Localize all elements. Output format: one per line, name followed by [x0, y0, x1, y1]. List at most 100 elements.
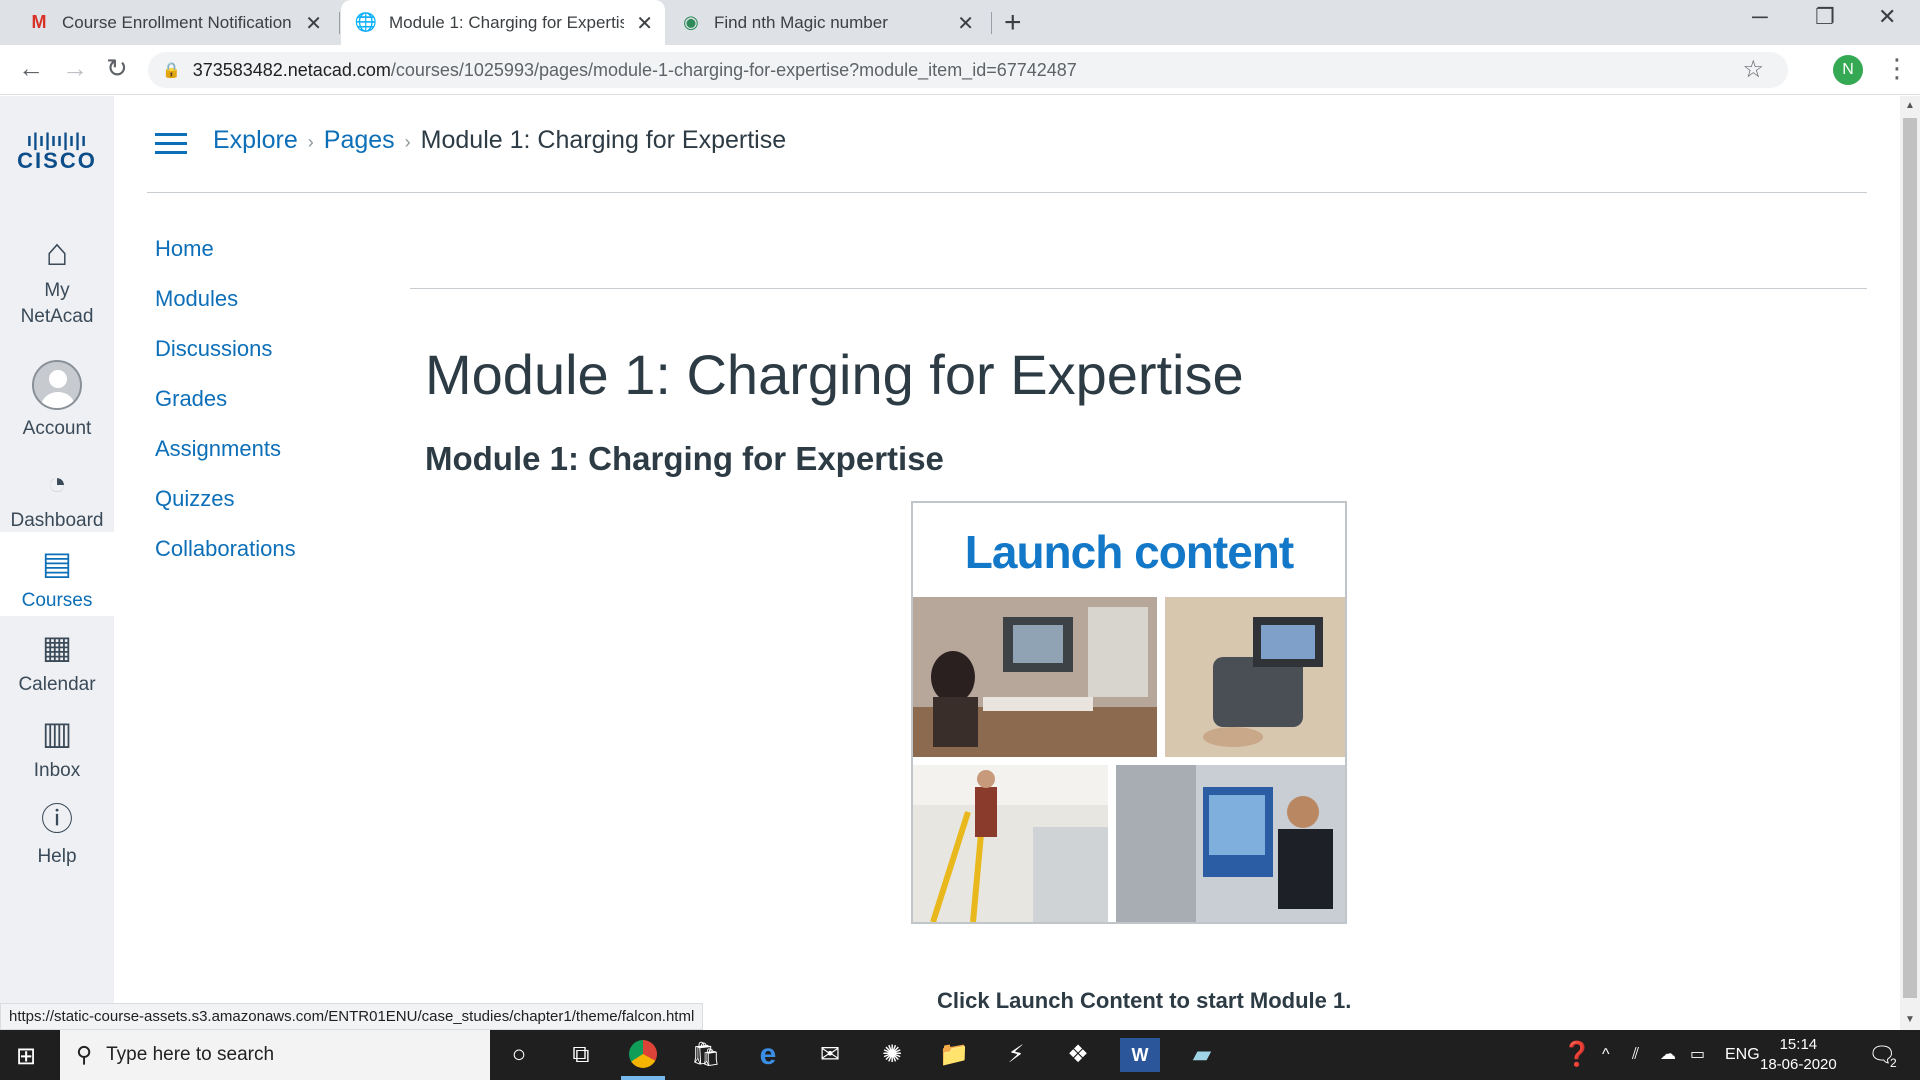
forward-button[interactable]: →: [62, 53, 88, 84]
taskbar-search[interactable]: ⚲ Type here to search: [60, 1030, 490, 1080]
hamburger-menu-icon[interactable]: [155, 133, 187, 155]
inbox-icon: ▥: [41, 715, 73, 751]
nav-label: Dashboard: [10, 510, 104, 531]
nav-calendar[interactable]: ▦ Calendar: [0, 626, 114, 698]
mail-icon[interactable]: ✉: [810, 1038, 850, 1072]
file-explorer-icon[interactable]: 📁: [934, 1038, 974, 1072]
tab-magic-number[interactable]: ◉ Find nth Magic number ✕: [666, 0, 986, 45]
close-icon[interactable]: ✕: [305, 11, 322, 36]
tab-module-1[interactable]: 🌐 Module 1: Charging for Expertise ✕: [341, 0, 665, 45]
app-icon[interactable]: ✺: [872, 1038, 912, 1072]
menu-kebab-icon[interactable]: ⋮: [1884, 53, 1910, 84]
chrome-icon[interactable]: [623, 1038, 663, 1072]
page-title: Module 1: Charging for Expertise: [425, 343, 1244, 406]
search-placeholder: Type here to search: [106, 1044, 275, 1065]
minimize-button[interactable]: ─: [1752, 4, 1768, 30]
clock[interactable]: 15:14 18-06-2020: [1760, 1035, 1837, 1075]
course-navigation: Home Modules Discussions Grades Assignme…: [155, 236, 296, 586]
course-nav-home[interactable]: Home: [155, 236, 296, 286]
dashboard-icon: ◔: [47, 465, 67, 501]
nav-label: Calendar: [18, 674, 96, 695]
course-nav-discussions[interactable]: Discussions: [155, 336, 296, 386]
url-host: 373583482.netacad.com: [192, 59, 391, 80]
browser-tab-strip: M Course Enrollment Notification - ✕ 🌐 M…: [0, 0, 1920, 45]
help-tray-icon[interactable]: ❓: [1562, 1030, 1592, 1080]
wifi-icon[interactable]: ⫽: [1632, 1030, 1639, 1080]
onedrive-icon[interactable]: ☁: [1660, 1030, 1676, 1080]
nav-label: Inbox: [33, 760, 81, 781]
winamp-icon[interactable]: ⚡: [996, 1038, 1036, 1072]
tab-gmail[interactable]: M Course Enrollment Notification - ✕: [14, 0, 334, 45]
close-icon[interactable]: ✕: [636, 11, 653, 36]
scroll-down-icon[interactable]: ▼: [1905, 1014, 1915, 1025]
tab-separator: [991, 12, 992, 34]
bookmark-star-icon[interactable]: ☆: [1742, 55, 1764, 84]
profile-avatar[interactable]: N: [1833, 55, 1863, 85]
cisco-logo[interactable]: ı|ı|ıı|ı|ı CISCO: [14, 130, 100, 174]
logo-text: CISCO: [17, 148, 97, 173]
clock-time: 15:14: [1779, 1036, 1818, 1053]
chevron-right-icon: ›: [307, 132, 314, 152]
language-indicator[interactable]: ENG: [1725, 1030, 1760, 1080]
close-window-button[interactable]: ✕: [1878, 4, 1896, 30]
nav-dashboard[interactable]: ◔ Dashboard: [0, 462, 114, 534]
photo-collage: [913, 597, 1345, 922]
address-bar[interactable]: 🔒 373583482.netacad.com/courses/1025993/…: [148, 52, 1788, 88]
nav-label: NetAcad: [20, 306, 94, 327]
windows-taskbar: ⊞ ⚲ Type here to search ○ ⧉ 🛍 e ✉ ✺ 📁 ⚡ …: [0, 1030, 1920, 1080]
course-nav-assignments[interactable]: Assignments: [155, 436, 296, 486]
tab-title: Module 1: Charging for Expertise: [389, 12, 624, 32]
page-subtitle: Module 1: Charging for Expertise: [425, 440, 944, 477]
cisco-bars-icon: ı|ı|ıı|ı|ı: [26, 130, 88, 150]
course-nav-modules[interactable]: Modules: [155, 286, 296, 336]
breadcrumb-explore[interactable]: Explore: [213, 126, 298, 154]
breadcrumb-current: Module 1: Charging for Expertise: [420, 126, 787, 154]
chevron-up-icon[interactable]: ^: [1602, 1030, 1610, 1080]
nav-help[interactable]: ⓘ Help: [0, 798, 114, 870]
nav-inbox[interactable]: ▥ Inbox: [0, 712, 114, 784]
active-app-indicator: [621, 1076, 665, 1080]
course-nav-quizzes[interactable]: Quizzes: [155, 486, 296, 536]
edge-icon[interactable]: e: [748, 1038, 788, 1072]
status-link-preview: https://static-course-assets.s3.amazonaw…: [0, 1003, 704, 1030]
reload-button[interactable]: ↻: [106, 53, 128, 84]
tab-separator: [339, 12, 340, 34]
clock-date: 18-06-2020: [1760, 1056, 1837, 1073]
account-icon: [32, 360, 82, 410]
nav-my-netacad[interactable]: ⌂ My NetAcad: [0, 232, 114, 330]
calendar-icon: ▦: [41, 629, 73, 665]
battery-icon[interactable]: ▭: [1690, 1030, 1705, 1080]
course-nav-collaborations[interactable]: Collaborations: [155, 536, 296, 586]
store-icon[interactable]: 🛍: [686, 1038, 726, 1072]
close-icon[interactable]: ✕: [957, 11, 974, 36]
task-view-icon[interactable]: ⧉: [561, 1038, 601, 1072]
page-scrollbar[interactable]: ▲ ▼: [1900, 96, 1920, 1030]
global-navigation: ı|ı|ıı|ı|ı CISCO ⌂ My NetAcad Account ◔ …: [0, 96, 114, 1030]
nav-label: Help: [37, 846, 77, 867]
dropbox-icon[interactable]: ❖: [1058, 1038, 1098, 1072]
course-nav-grades[interactable]: Grades: [155, 386, 296, 436]
header-divider: [147, 192, 1867, 193]
nav-courses[interactable]: ▤ Courses: [0, 532, 114, 616]
nav-label: My: [44, 280, 70, 301]
new-tab-button[interactable]: +: [1004, 6, 1022, 40]
search-icon: ⚲: [76, 1042, 93, 1067]
launch-content-image[interactable]: Launch content: [911, 501, 1347, 924]
windows-start-icon[interactable]: ⊞: [16, 1042, 36, 1071]
scrollbar-thumb[interactable]: [1903, 118, 1917, 998]
back-button[interactable]: ←: [18, 53, 44, 84]
help-icon: ⓘ: [40, 801, 73, 837]
home-icon: ⌂: [45, 232, 69, 274]
word-icon[interactable]: W: [1120, 1038, 1160, 1072]
tab-title: Course Enrollment Notification -: [62, 12, 297, 32]
notes-app-icon[interactable]: ▰: [1182, 1038, 1222, 1072]
nav-account[interactable]: Account: [0, 360, 114, 442]
launch-caption: Click Launch Content to start Module 1.: [937, 988, 1352, 1013]
restore-button[interactable]: ❐: [1815, 4, 1835, 30]
cortana-icon[interactable]: ○: [499, 1038, 539, 1072]
scroll-up-icon[interactable]: ▲: [1905, 100, 1915, 111]
content-divider: [410, 288, 1867, 289]
gmail-icon: M: [31, 12, 47, 32]
globe-icon: 🌐: [354, 12, 378, 32]
breadcrumb-pages[interactable]: Pages: [324, 126, 395, 154]
